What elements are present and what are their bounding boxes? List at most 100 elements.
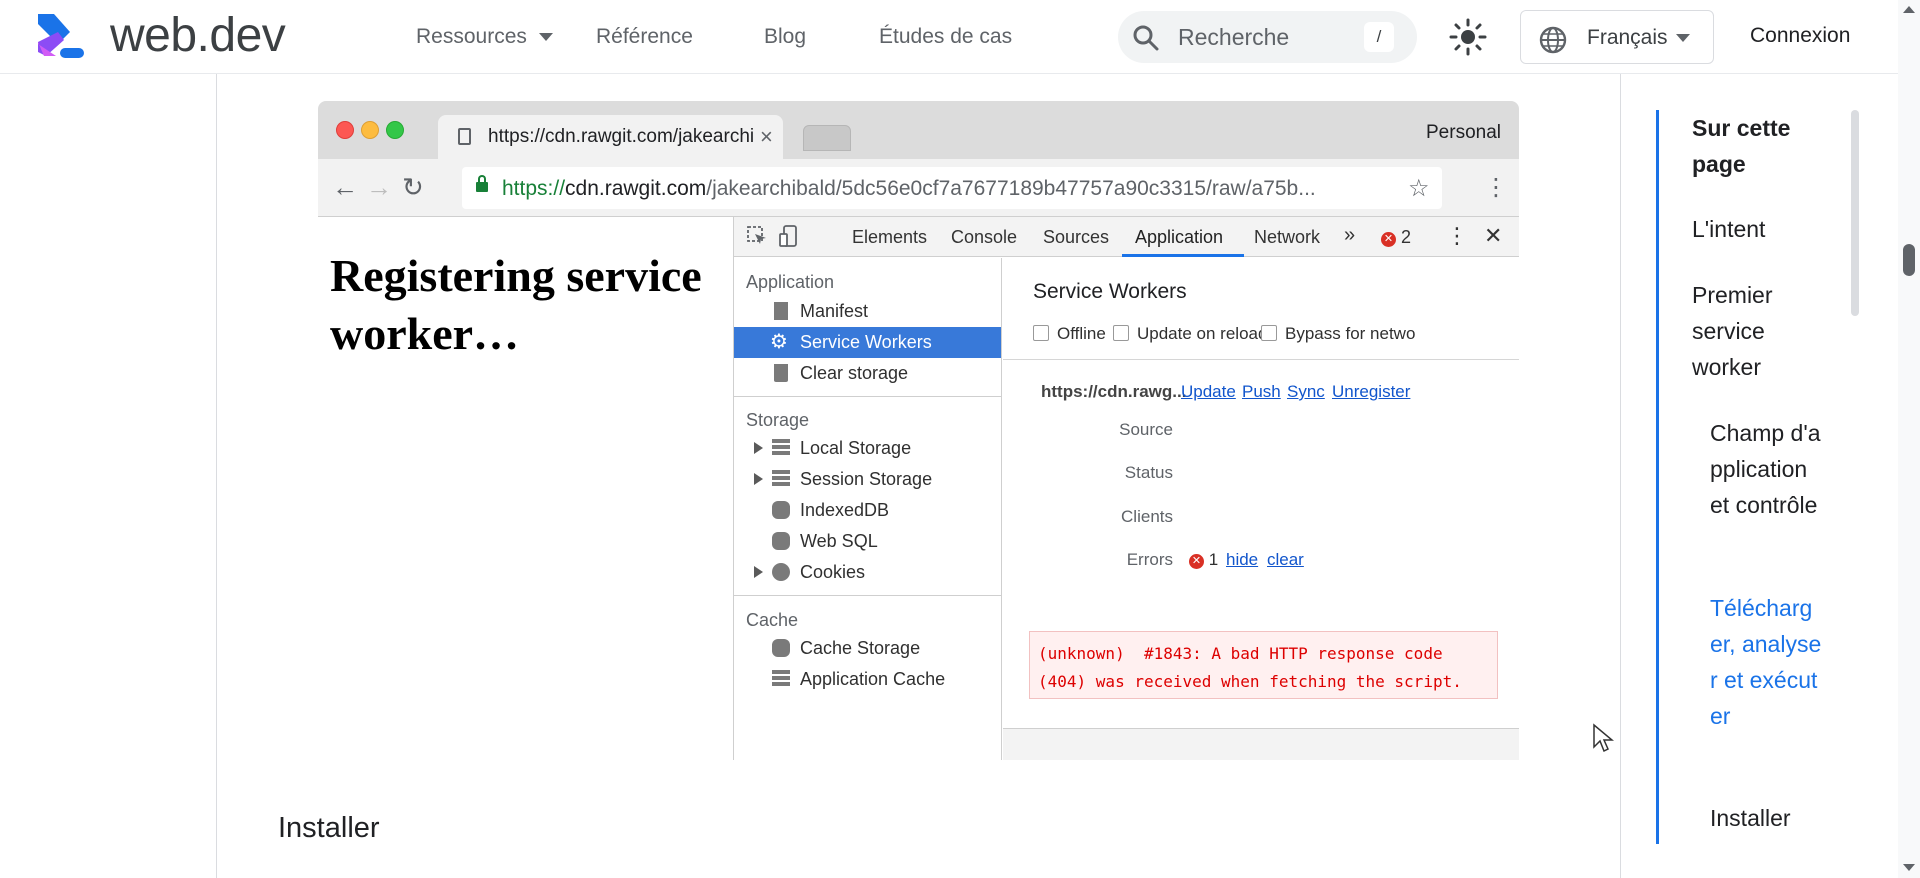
unregister-link: Unregister <box>1332 382 1411 401</box>
push-link: Push <box>1242 382 1281 401</box>
error-line-2: (404) was received when fetching the scr… <box>1038 672 1462 691</box>
hide-errors-link: hide <box>1226 550 1259 569</box>
sidebar-separator <box>734 595 1001 596</box>
active-tab-underline <box>1122 254 1244 257</box>
star-icon: ☆ <box>1408 175 1430 202</box>
sidebar-item-label: Cache Storage <box>800 638 921 658</box>
nav-ressources[interactable]: Ressources <box>416 24 553 50</box>
sidebar-item-local-storage: Local Storage <box>734 433 1001 464</box>
sidebar-section-storage: Storage <box>746 410 810 430</box>
toc-scrollbar[interactable] <box>1851 110 1859 316</box>
sidebar-item-application-cache: Application Cache <box>734 664 1001 695</box>
grid-icon <box>772 439 790 457</box>
nav-ressources-label: Ressources <box>416 25 527 48</box>
sidebar-separator <box>734 396 1001 397</box>
sidebar-section-application: Application <box>746 272 835 292</box>
language-selector[interactable]: Français <box>1520 10 1714 64</box>
signin-button[interactable]: Connexion <box>1750 24 1850 48</box>
checkbox-box <box>1261 325 1277 341</box>
checkbox-label: Offline <box>1057 324 1106 343</box>
error-counter: ✕ 2 <box>1381 227 1411 248</box>
page-scrollbar[interactable] <box>1898 0 1920 878</box>
forward-arrow-icon: → <box>366 172 392 202</box>
reload-icon: ↻ <box>402 172 424 202</box>
minimize-window-dot <box>361 121 379 139</box>
sidebar-item-manifest: Manifest <box>734 296 1001 327</box>
sidebar-item-session-storage: Session Storage <box>734 464 1001 495</box>
devtools-tabbar: Elements Console Sources Application Net… <box>734 217 1519 257</box>
chevron-down-icon <box>538 33 553 42</box>
inspect-icon <box>747 226 766 244</box>
url-host: cdn.rawgit.com <box>565 177 707 200</box>
toc-indicator <box>1656 110 1659 844</box>
demo-page-heading: Registering service worker… <box>330 250 702 359</box>
back-arrow-icon: ← <box>332 172 358 202</box>
devtools-tab-network: Network <box>1254 227 1321 247</box>
address-bar: https://cdn.rawgit.com/jakearchibald/5dc… <box>462 167 1442 209</box>
service-workers-pane: Service Workers Offline Update on reload… <box>1003 258 1519 760</box>
more-vert-icon: ⋮ <box>1484 174 1508 201</box>
toc-item-download-parse-execute[interactable]: Télécharger, analyser et exécuter <box>1710 590 1825 734</box>
devtools-panel: Elements Console Sources Application Net… <box>733 217 1519 760</box>
error-icon: ✕ <box>1381 232 1396 247</box>
sun-icon[interactable] <box>1448 17 1488 57</box>
devtools-screenshot-image: https://cdn.rawgit.com/jakearchibald × P… <box>318 101 1519 760</box>
status-label: Status <box>1124 463 1173 482</box>
expand-triangle-icon <box>754 473 763 485</box>
sw-origin: https://cdn.rawg... <box>1041 382 1187 401</box>
sidebar-item-label: Application Cache <box>800 669 946 689</box>
document-icon <box>774 302 788 320</box>
sidebar-section-cache: Cache <box>746 610 799 630</box>
new-tab-button <box>803 125 851 151</box>
toc-item-first-service-worker[interactable]: Premier service worker <box>1692 277 1822 385</box>
search-box[interactable]: Recherche / <box>1118 11 1417 63</box>
url-path: /jakearchibald/5dc56e0cf7a7677189b47757a… <box>706 177 1316 200</box>
error-message-box: (unknown) #1843: A bad HTTP response cod… <box>1029 631 1498 699</box>
sidebar-item-label: Cookies <box>800 562 866 582</box>
error-count: 2 <box>1401 227 1412 247</box>
error-icon: ✕ <box>1189 554 1204 569</box>
content-left-divider <box>216 74 217 878</box>
nav-blog[interactable]: Blog <box>764 24 806 50</box>
search-icon <box>1133 25 1159 51</box>
toc-item-scope-control[interactable]: Champ d'application et contrôle <box>1710 415 1825 523</box>
nav-reference[interactable]: Référence <box>596 24 693 50</box>
language-label: Français <box>1587 26 1668 49</box>
checkbox-label: Update on reload <box>1137 324 1268 343</box>
sync-link: Sync <box>1287 382 1325 401</box>
close-window-dot <box>336 121 354 139</box>
sidebar-item-clear-storage: Clear storage <box>734 358 1001 389</box>
errors-label: Errors <box>1126 550 1173 569</box>
devtools-footer <box>1003 728 1519 760</box>
address-url: https://cdn.rawgit.com/jakearchibald/5dc… <box>502 177 1316 201</box>
nav-case-studies[interactable]: Études de cas <box>879 24 1012 50</box>
devtools-tab-application: Application <box>1135 227 1224 247</box>
browser-tabstrip: https://cdn.rawgit.com/jakearchibald × P… <box>318 101 1519 159</box>
sidebar-item-cookies: Cookies <box>734 557 1001 588</box>
devtools-tab-console: Console <box>951 227 1018 247</box>
gear-icon: ⚙ <box>770 331 788 353</box>
url-scheme: https:// <box>502 177 566 200</box>
scrollbar-thumb[interactable] <box>1903 244 1915 276</box>
database-icon <box>772 639 790 657</box>
checkbox-box <box>1113 325 1129 341</box>
toc-item-install[interactable]: Installer <box>1710 800 1825 836</box>
offline-checkbox: Offline <box>1033 324 1106 344</box>
scroll-down-arrow-icon[interactable] <box>1903 864 1915 871</box>
checkbox-box <box>1033 325 1049 341</box>
cookie-icon <box>772 563 790 581</box>
browser-tab: https://cdn.rawgit.com/jakearchibald × <box>438 115 783 159</box>
scroll-up-arrow-icon[interactable] <box>1903 6 1915 13</box>
toc-item-intent[interactable]: L'intent <box>1692 211 1822 247</box>
trash-icon <box>774 364 788 382</box>
checkbox-label: Bypass for netwo <box>1285 324 1416 343</box>
search-shortcut-key: / <box>1364 22 1394 52</box>
clear-errors-link: clear <box>1267 550 1304 569</box>
sidebar-item-web-sql: Web SQL <box>734 526 1001 557</box>
sidebar-item-service-workers: ⚙ Service Workers <box>734 327 1001 358</box>
database-icon <box>772 501 790 519</box>
web-dev-logo-icon[interactable] <box>36 12 86 62</box>
brand-name[interactable]: web.dev <box>110 10 286 62</box>
pane-title: Service Workers <box>1033 280 1187 303</box>
grid-icon <box>772 470 790 488</box>
